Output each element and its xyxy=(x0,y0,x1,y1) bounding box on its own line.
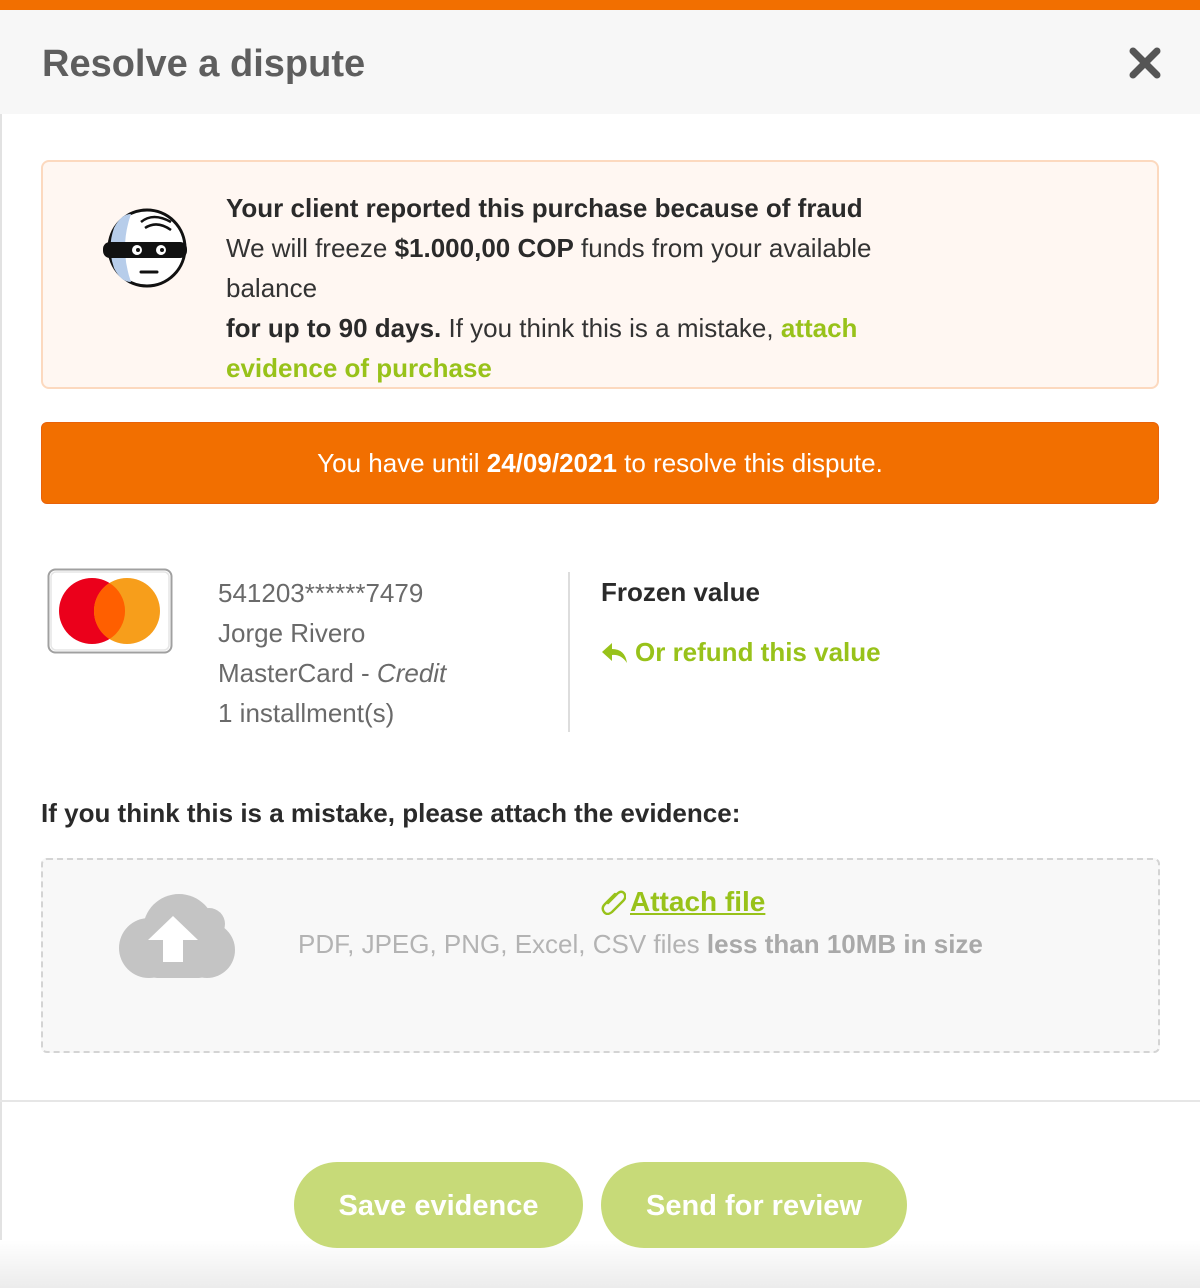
fraud-alert: Your client reported this purchase becau… xyxy=(41,160,1159,389)
attach-file-label: Attach file xyxy=(630,886,766,917)
deadline-pre: You have until xyxy=(317,448,487,478)
card-holder: Jorge Rivero xyxy=(218,618,366,648)
deadline-post: to resolve this dispute. xyxy=(616,448,883,478)
vertical-divider xyxy=(568,572,570,732)
deadline-date: 24/09/2021 xyxy=(486,448,617,478)
reply-arrow-icon xyxy=(602,643,627,663)
card-brand: MasterCard - xyxy=(218,658,377,688)
deadline-banner: You have until 24/09/2021 to resolve thi… xyxy=(41,422,1159,504)
file-requirements: PDF, JPEG, PNG, Excel, CSV files less th… xyxy=(298,926,983,962)
card-brand-line: MasterCard - Credit xyxy=(218,653,446,693)
alert-heading: Your client reported this purchase becau… xyxy=(226,193,863,223)
thief-icon xyxy=(101,204,187,290)
card-number: 541203******7479 xyxy=(218,578,424,608)
alert-freeze-text: We will freeze xyxy=(226,233,395,263)
modal-left-edge xyxy=(0,10,2,1288)
close-icon[interactable] xyxy=(1126,44,1164,82)
save-evidence-button[interactable]: Save evidence xyxy=(294,1162,583,1248)
frozen-amount: $1.000,00 COP xyxy=(394,233,574,263)
evidence-label: If you think this is a mistake, please a… xyxy=(41,798,741,828)
mastercard-icon xyxy=(47,568,173,654)
footer-shadow xyxy=(0,1240,1200,1288)
file-size-limit: less than 10MB in size xyxy=(706,929,983,959)
attach-file-link[interactable]: Attach file xyxy=(600,884,765,920)
card-type: Credit xyxy=(376,658,447,688)
alert-mistake-text: If you think this is a mistake, xyxy=(441,313,781,343)
top-accent-bar xyxy=(0,0,1200,10)
card-details: 541203******7479 Jorge Rivero MasterCard… xyxy=(218,573,446,733)
file-dropzone[interactable]: Attach file PDF, JPEG, PNG, Excel, CSV f… xyxy=(41,858,1160,1053)
footer-divider xyxy=(0,1100,1200,1102)
freeze-period: for up to 90 days. xyxy=(226,313,442,343)
cloud-upload-icon xyxy=(113,890,237,980)
frozen-value-label: Frozen value xyxy=(601,577,760,607)
modal-title: Resolve a dispute xyxy=(42,43,366,85)
paperclip-icon xyxy=(601,890,627,916)
refund-link-label: Or refund this value xyxy=(635,637,881,667)
card-installments: 1 installment(s) xyxy=(218,698,395,728)
alert-message: Your client reported this purchase becau… xyxy=(226,188,966,388)
send-for-review-button[interactable]: Send for review xyxy=(601,1162,907,1248)
file-types: PDF, JPEG, PNG, Excel, CSV files xyxy=(298,929,707,959)
refund-link[interactable]: Or refund this value xyxy=(601,634,881,670)
modal-header: Resolve a dispute xyxy=(0,10,1200,114)
